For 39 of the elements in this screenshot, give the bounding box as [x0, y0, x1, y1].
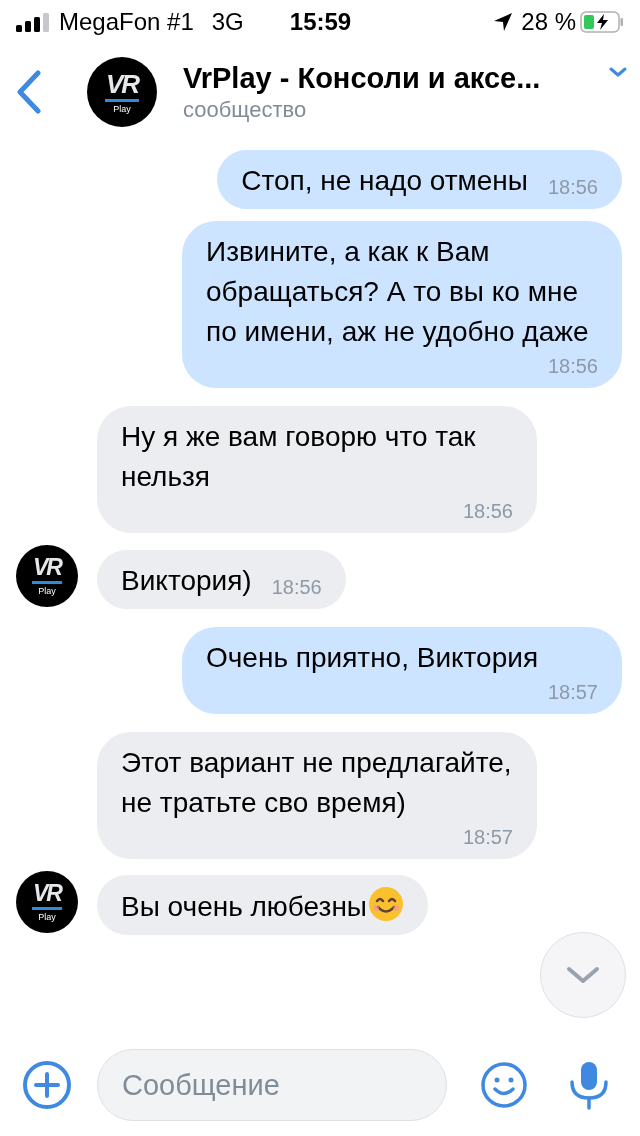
message-input[interactable]: Сообщение: [97, 1049, 447, 1121]
carrier-name: MegaFon #1: [59, 7, 194, 37]
logo-caption: Play: [38, 913, 56, 922]
message-text: Ну я же вам говорю что так нельзя: [121, 421, 476, 492]
message-text: Виктория): [121, 565, 252, 596]
location-icon: [493, 12, 514, 32]
community-avatar[interactable]: VR Play: [16, 545, 78, 607]
chat-subtitle: сообщество: [183, 96, 308, 124]
chevron-down-icon: [566, 965, 600, 985]
clock: 15:59: [289, 7, 352, 37]
message-time: 18:56: [546, 354, 598, 379]
logo-text: VR: [33, 882, 61, 905]
community-avatar[interactable]: VR Play: [16, 871, 78, 933]
message-time: 18:56: [270, 575, 322, 600]
message-text: Извините, а как к Вам обращаться? А то вы ко мне по имени, аж не удобно даже: [206, 236, 589, 347]
logo-caption: Play: [113, 104, 131, 114]
message-text: Очень приятно, Виктория: [206, 642, 539, 673]
microphone-icon[interactable]: [568, 1060, 610, 1110]
logo-caption: Play: [38, 587, 56, 596]
emoji-icon[interactable]: [480, 1061, 528, 1109]
network-type: 3G: [211, 7, 244, 37]
message-text: Стоп, не надо отмены: [241, 165, 528, 196]
message-text: Вы очень любезны: [121, 891, 367, 922]
battery-percent: 28 %: [521, 7, 576, 37]
logo-text: VR: [105, 70, 139, 97]
add-icon[interactable]: [22, 1060, 72, 1110]
message-time: 18:56: [546, 175, 598, 200]
message-time: 18:57: [461, 825, 513, 850]
smile-emoji-icon: [368, 886, 404, 922]
logo-text: VR: [33, 556, 61, 579]
chat-title: VrPlay - Консоли и аксе...: [183, 61, 542, 96]
message-text: Этот вариант не предлагайте, не тратьте сво время): [121, 747, 512, 818]
message-time: 18:56: [461, 499, 513, 524]
dropdown-chevron-icon[interactable]: [608, 66, 628, 78]
battery-icon: [580, 11, 624, 33]
signal-icon: [16, 12, 52, 32]
community-avatar[interactable]: VR Play: [87, 57, 157, 127]
back-icon[interactable]: [16, 70, 42, 114]
message-time: 18:57: [546, 680, 598, 705]
